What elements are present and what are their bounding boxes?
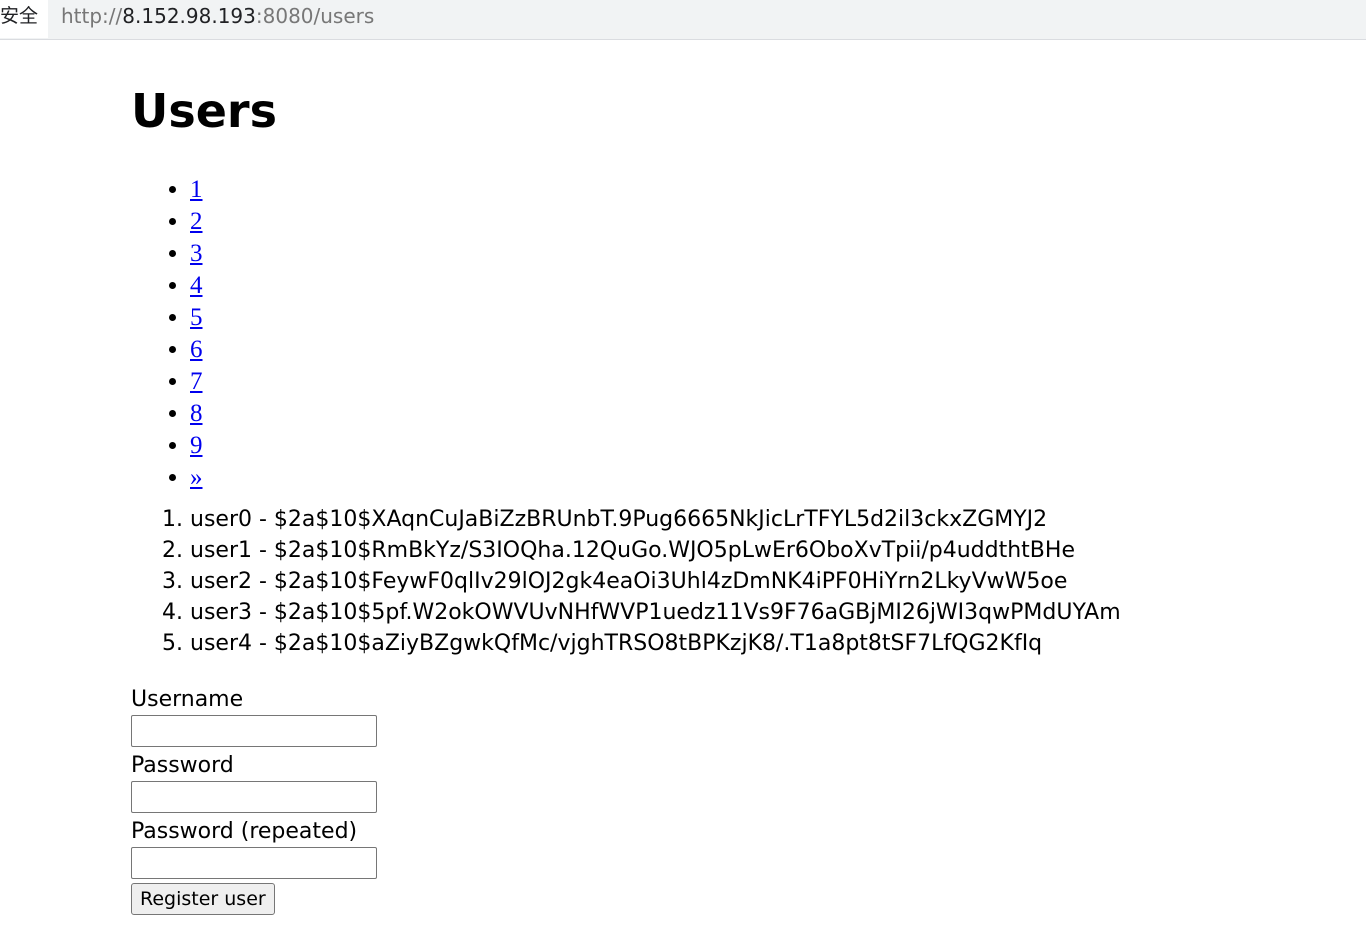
- page-content: Users 1 2 3 4 5 6 7 8 9 » user0 - $2a$10…: [131, 84, 1331, 915]
- pagination-item: 1: [190, 174, 1331, 206]
- username-input[interactable]: [131, 715, 377, 747]
- pagination-item: 3: [190, 238, 1331, 270]
- register-user-button[interactable]: Register user: [131, 883, 275, 915]
- register-form: Username Password Password (repeated) Re…: [131, 685, 1331, 915]
- page-link-4[interactable]: 4: [190, 272, 203, 299]
- user-list-item: user0 - $2a$10$XAqnCuJaBiZzBRUnbT.9Pug66…: [190, 504, 1331, 535]
- user-list-item: user2 - $2a$10$FeywF0qlIv29lOJ2gk4eaOi3U…: [190, 566, 1331, 597]
- page-link-9[interactable]: 9: [190, 432, 203, 459]
- pagination-item: 2: [190, 206, 1331, 238]
- page-link-7[interactable]: 7: [190, 368, 203, 395]
- page-title: Users: [131, 84, 277, 138]
- pagination-item: 8: [190, 398, 1331, 430]
- pagination-item: 6: [190, 334, 1331, 366]
- pagination-item: »: [190, 462, 1331, 494]
- password-input[interactable]: [131, 781, 377, 813]
- password-repeat-input[interactable]: [131, 847, 377, 879]
- password-repeat-label: Password (repeated): [131, 819, 358, 844]
- url-host: 8.152.98.193: [122, 4, 256, 28]
- user-list-item: user4 - $2a$10$aZiyBZgwkQfMc/vjghTRSO8tB…: [190, 628, 1331, 659]
- username-label: Username: [131, 687, 244, 712]
- pagination-item: 9: [190, 430, 1331, 462]
- url-scheme: http://: [61, 4, 123, 28]
- page-link-2[interactable]: 2: [190, 208, 203, 235]
- pagination-item: 7: [190, 366, 1331, 398]
- security-indicator[interactable]: 安全: [0, 0, 49, 38]
- user-list: user0 - $2a$10$XAqnCuJaBiZzBRUnbT.9Pug66…: [131, 504, 1331, 659]
- user-list-item: user1 - $2a$10$RmBkYz/S3IOQha.12QuGo.WJO…: [190, 535, 1331, 566]
- page-link-1[interactable]: 1: [190, 176, 203, 203]
- page-link-8[interactable]: 8: [190, 400, 203, 427]
- page-link-6[interactable]: 6: [190, 336, 203, 363]
- page-link-next[interactable]: »: [190, 464, 203, 491]
- url-path: :8080/users: [255, 4, 375, 28]
- pagination-item: 5: [190, 302, 1331, 334]
- page-link-3[interactable]: 3: [190, 240, 203, 267]
- url-field[interactable]: http://8.152.98.193:8080/users: [61, 0, 374, 32]
- pagination-item: 4: [190, 270, 1331, 302]
- address-bar: 安全 http://8.152.98.193:8080/users: [0, 0, 1366, 40]
- password-label: Password: [131, 753, 234, 778]
- pagination-list: 1 2 3 4 5 6 7 8 9 »: [131, 174, 1331, 494]
- user-list-item: user3 - $2a$10$5pf.W2okOWVUvNHfWVP1uedz1…: [190, 597, 1331, 628]
- page-link-5[interactable]: 5: [190, 304, 203, 331]
